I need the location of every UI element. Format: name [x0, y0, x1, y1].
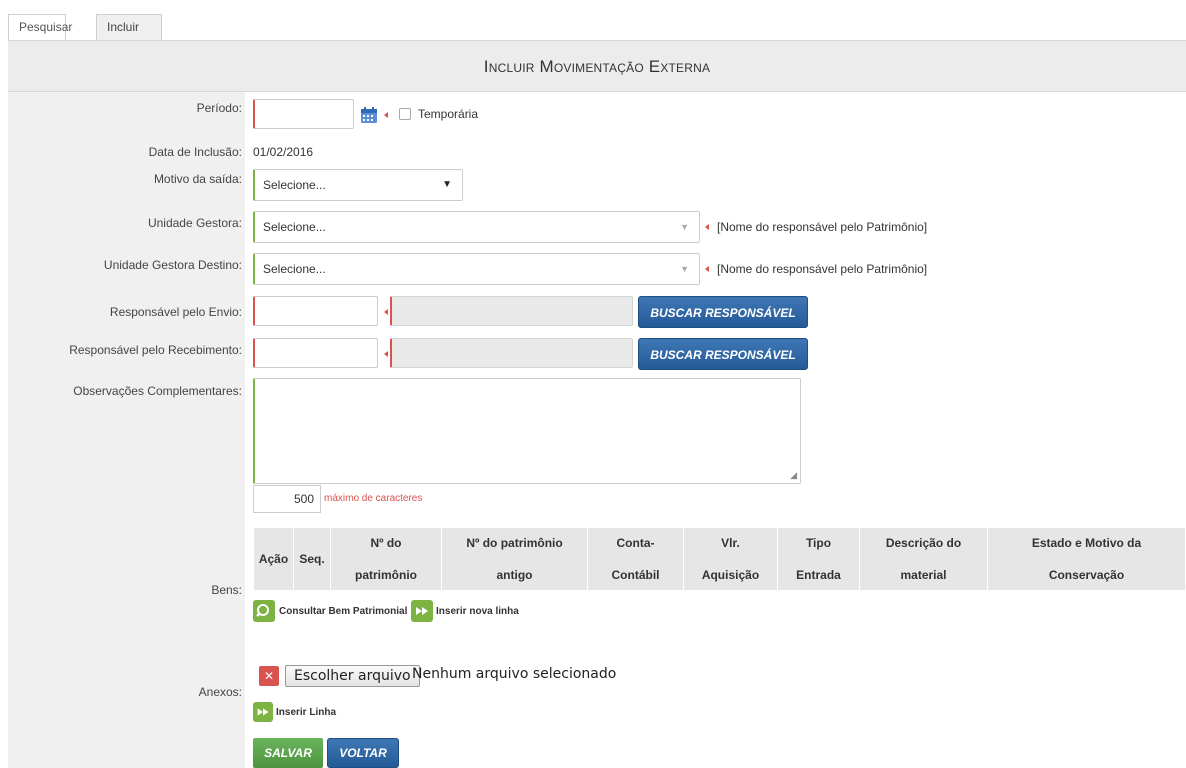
unidade-gestora-select[interactable]: Selecione... ▼ — [253, 211, 700, 243]
col-estado-motivo: Estado e Motivo da Conservação — [987, 527, 1186, 591]
salvar-button[interactable]: SALVAR — [253, 738, 323, 768]
inserir-nova-linha-link[interactable]: Inserir nova linha — [436, 606, 519, 617]
calendar-icon[interactable] — [360, 106, 378, 124]
unidade-destino-select[interactable]: Selecione... ▼ — [253, 253, 700, 285]
col-vlr-aquisicao: Vlr. Aquisição — [683, 527, 778, 591]
remove-file-icon[interactable]: ✕ — [259, 666, 279, 686]
tab-pesquisar[interactable]: Pesquisar — [8, 14, 72, 40]
temporaria-checkbox[interactable] — [399, 108, 411, 120]
chevron-down-icon: ▼ — [680, 222, 689, 232]
resp-receb-name-field — [390, 338, 633, 368]
voltar-button[interactable]: VOLTAR — [327, 738, 399, 768]
char-count-hint: máximo de caracteres — [324, 493, 423, 504]
file-status-text: Nenhum arquivo selecionado — [412, 666, 617, 682]
data-inclusao-value: 01/02/2016 — [253, 145, 314, 159]
bens-table-header-row: Ação Seq. Nº do patrimônio Nº do patrimôn… — [253, 527, 1186, 591]
data-inclusao-label: Data de Inclusão: — [148, 145, 242, 159]
label-column — [8, 92, 245, 768]
tab-incluir[interactable]: Incluir — [96, 14, 162, 40]
char-count-field: 500 — [253, 485, 321, 513]
col-tipo-entrada: Tipo Entrada — [777, 527, 860, 591]
unidade-gestora-select-value: Selecione... — [263, 220, 326, 234]
buscar-responsavel-receb-button[interactable]: BUSCAR RESPONSÁVEL — [638, 338, 808, 370]
periodo-input[interactable] — [253, 99, 354, 129]
buscar-responsavel-envio-button[interactable]: BUSCAR RESPONSÁVEL — [638, 296, 808, 328]
unidade-gestora-hint: [Nome do responsável pelo Patrimônio] — [717, 220, 928, 234]
col-acao: Ação — [253, 527, 294, 591]
inserir-linha-link[interactable]: Inserir Linha — [276, 707, 336, 718]
observacoes-textarea[interactable]: ◢ — [253, 378, 801, 484]
col-descricao: Descrição do material — [859, 527, 988, 591]
motivo-select[interactable]: Selecione... ▼ — [253, 169, 463, 201]
chevron-down-icon: ▼ — [680, 264, 689, 274]
bens-label: Bens: — [211, 583, 242, 597]
search-icon[interactable] — [253, 600, 275, 622]
fast-forward-icon[interactable] — [411, 600, 433, 622]
chevron-down-icon: ▼ — [442, 179, 452, 190]
col-num-patrimonio: Nº do patrimônio — [330, 527, 442, 591]
bens-table: Ação Seq. Nº do patrimônio Nº do patrimôn… — [253, 527, 1186, 591]
col-conta-contabil: Conta- Contábil — [587, 527, 684, 591]
unidade-destino-select-value: Selecione... — [263, 262, 326, 276]
resp-envio-name-field — [390, 296, 633, 326]
col-num-patrimonio-antigo: Nº do patrimônio antigo — [441, 527, 588, 591]
resp-receb-code-input[interactable] — [253, 338, 378, 368]
resize-grip-icon[interactable]: ◢ — [790, 470, 797, 481]
observacoes-label: Observações Complementares: — [73, 384, 242, 398]
required-marker-icon — [705, 266, 709, 272]
required-marker-icon — [384, 309, 388, 315]
anexos-label: Anexos: — [198, 685, 242, 699]
temporaria-label: Temporária — [418, 107, 479, 121]
escolher-arquivo-button[interactable]: Escolher arquivo — [285, 665, 420, 687]
unidade-destino-hint: [Nome do responsável pelo Patrimônio] — [717, 262, 928, 276]
periodo-label: Período: — [196, 101, 242, 115]
required-marker-icon — [705, 224, 709, 230]
col-seq: Seq. — [293, 527, 331, 591]
resp-envio-label: Responsável pelo Envio: — [109, 305, 242, 319]
unidade-destino-label: Unidade Gestora Destino: — [103, 258, 242, 272]
page-title: Incluir Movimentação Externa — [8, 40, 1186, 92]
motivo-select-value: Selecione... — [263, 178, 326, 192]
resp-receb-label: Responsável pelo Recebimento: — [69, 343, 242, 357]
consultar-bem-link[interactable]: Consultar Bem Patrimonial — [279, 606, 407, 617]
motivo-label: Motivo da saída: — [153, 172, 242, 186]
unidade-gestora-label: Unidade Gestora: — [147, 216, 242, 230]
required-marker-icon — [384, 351, 388, 357]
required-marker-icon — [384, 112, 388, 118]
resp-envio-code-input[interactable] — [253, 296, 378, 326]
fast-forward-icon[interactable] — [253, 702, 273, 722]
